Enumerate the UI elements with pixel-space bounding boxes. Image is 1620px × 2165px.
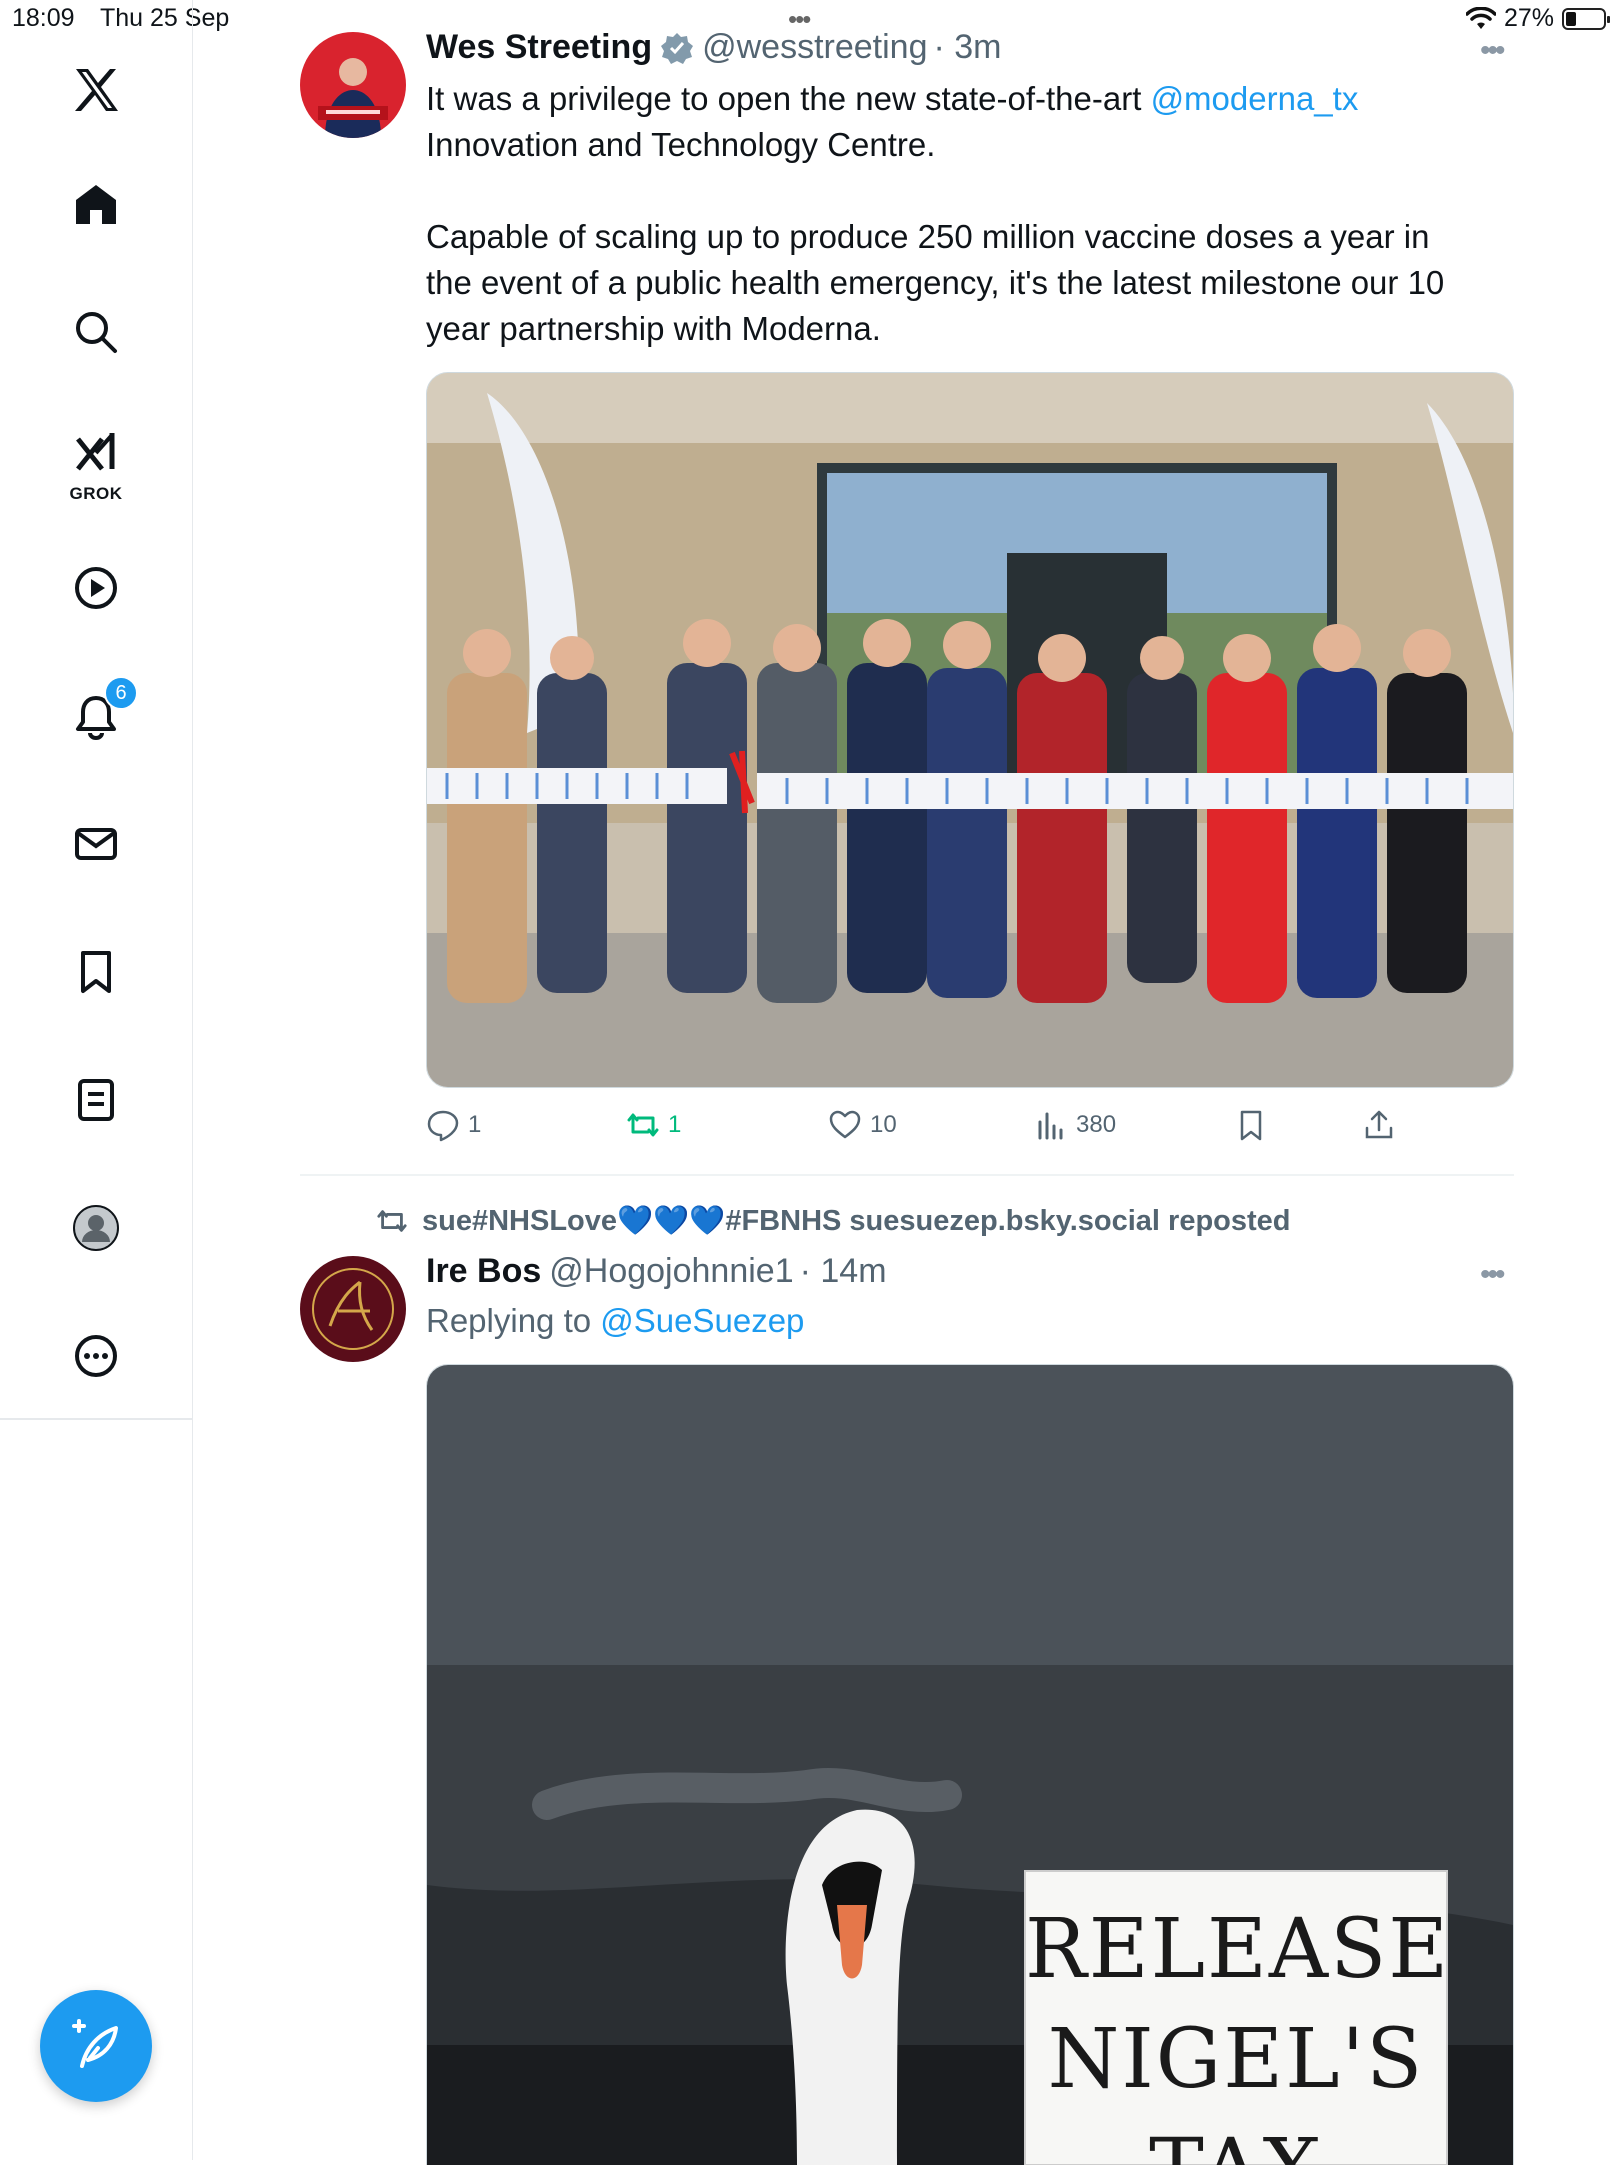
tweet-2-image[interactable]: RELEASE NIGEL'S TAX bbox=[426, 1364, 1514, 2165]
tweet-text-line: Innovation and Technology Centre. bbox=[426, 126, 936, 163]
tweet-text-line: the event of a public health emergency, … bbox=[426, 264, 1445, 301]
author-name[interactable]: Ire Bos bbox=[426, 1252, 541, 1291]
tweet-text-part: It was a privilege to open the new state… bbox=[426, 80, 1151, 117]
wifi-icon bbox=[1465, 6, 1496, 29]
avatar-image bbox=[300, 32, 406, 138]
tweet-1-photo[interactable] bbox=[426, 372, 1514, 1088]
tweet-text-line: year partnership with Moderna. bbox=[426, 310, 881, 347]
x-logo-svg bbox=[75, 69, 118, 111]
sign-line: NIGEL'S bbox=[1047, 2012, 1425, 2107]
like-count: 10 bbox=[870, 1111, 897, 1138]
replying-to-mention[interactable]: @SueSuezep bbox=[600, 1302, 804, 1339]
grok-icon[interactable]: GROK bbox=[66, 424, 126, 503]
author-handle[interactable]: @Hogojohnnie1 bbox=[549, 1252, 793, 1291]
reply-icon bbox=[427, 1110, 459, 1142]
tweet-time[interactable]: · 14m bbox=[800, 1252, 887, 1291]
protest-sign-text: RELEASE NIGEL'S TAX bbox=[1025, 1895, 1451, 2165]
bookmark-button[interactable] bbox=[1234, 1108, 1268, 1142]
more-options-icon[interactable] bbox=[66, 1326, 126, 1386]
reply-button[interactable]: 1 bbox=[426, 1108, 481, 1142]
tweet-1-text: It was a privilege to open the new state… bbox=[426, 76, 1526, 352]
video-play-icon[interactable] bbox=[66, 558, 126, 618]
compose-post-button[interactable] bbox=[40, 1990, 152, 2102]
battery-percent: 27% bbox=[1503, 4, 1554, 32]
tweet-more-icon[interactable]: ••• bbox=[1480, 34, 1505, 68]
avatar-monogram-image bbox=[300, 1256, 406, 1362]
tweet-more-icon[interactable]: ••• bbox=[1480, 1258, 1505, 1292]
home-icon[interactable] bbox=[66, 174, 126, 234]
sidebar-nav: GROK 6 bbox=[0, 0, 193, 2160]
verified-badge-icon bbox=[661, 32, 694, 64]
author-avatar[interactable] bbox=[300, 1256, 406, 1362]
views-count: 380 bbox=[1076, 1111, 1117, 1138]
bookmark-icon bbox=[1240, 1110, 1262, 1141]
tweet-2-header: Ire Bos @Hogojohnnie1 · 14m bbox=[426, 1252, 887, 1291]
messages-envelope-icon[interactable] bbox=[66, 814, 126, 874]
notifications-bell-icon[interactable]: 6 bbox=[66, 676, 138, 746]
repost-context-icon bbox=[377, 1210, 407, 1232]
compose-feather-icon bbox=[72, 2019, 118, 2068]
repost-count: 1 bbox=[668, 1111, 682, 1138]
author-avatar[interactable] bbox=[300, 32, 406, 138]
reply-count: 1 bbox=[468, 1111, 482, 1138]
tweet-1-header: Wes Streeting @wesstreeting · 3m bbox=[426, 28, 1002, 67]
tweet-1-actions: 1 1 10 380 bbox=[426, 1108, 1512, 1148]
repost-context-label: sue#NHSLove💙💙💙#FBNHS suesuezep.bsky.soci… bbox=[422, 1205, 1291, 1237]
heart-icon bbox=[829, 1110, 861, 1139]
tweet-time[interactable]: · 3m bbox=[934, 28, 1002, 67]
replying-to-row: Replying to @SueSuezep bbox=[426, 1302, 804, 1340]
sign-line: RELEASE bbox=[1025, 1902, 1451, 1997]
battery-icon bbox=[1562, 7, 1610, 30]
like-button[interactable]: 10 bbox=[828, 1108, 897, 1142]
tweet-text-line: Capable of scaling up to produce 250 mil… bbox=[426, 218, 1430, 255]
lists-icon[interactable] bbox=[66, 1070, 126, 1130]
x-logo-icon[interactable] bbox=[66, 60, 126, 120]
grok-label: GROK bbox=[69, 484, 123, 503]
profile-avatar-icon[interactable] bbox=[66, 1198, 126, 1258]
replying-to-label: Replying to bbox=[426, 1302, 601, 1339]
author-handle[interactable]: @wesstreeting bbox=[702, 28, 927, 67]
share-icon bbox=[1365, 1110, 1393, 1139]
tweet-divider bbox=[300, 1174, 1514, 1176]
repost-icon bbox=[627, 1113, 659, 1137]
share-button[interactable] bbox=[1362, 1108, 1396, 1142]
author-name[interactable]: Wes Streeting bbox=[426, 28, 652, 67]
ribbon-cutting-photo bbox=[427, 373, 1513, 1087]
views-chart-icon bbox=[1038, 1112, 1063, 1140]
search-icon[interactable] bbox=[66, 302, 126, 362]
views-button[interactable]: 380 bbox=[1034, 1108, 1116, 1142]
mention-link[interactable]: @moderna_tx bbox=[1151, 80, 1359, 117]
notification-badge: 6 bbox=[104, 676, 138, 710]
repost-button[interactable]: 1 bbox=[626, 1108, 681, 1142]
bookmarks-icon[interactable] bbox=[66, 942, 126, 1002]
sign-line: TAX bbox=[1025, 2115, 1447, 2165]
repost-context[interactable]: sue#NHSLove💙💙💙#FBNHS suesuezep.bsky.soci… bbox=[376, 1204, 1291, 1238]
nav-divider bbox=[0, 1418, 192, 1420]
